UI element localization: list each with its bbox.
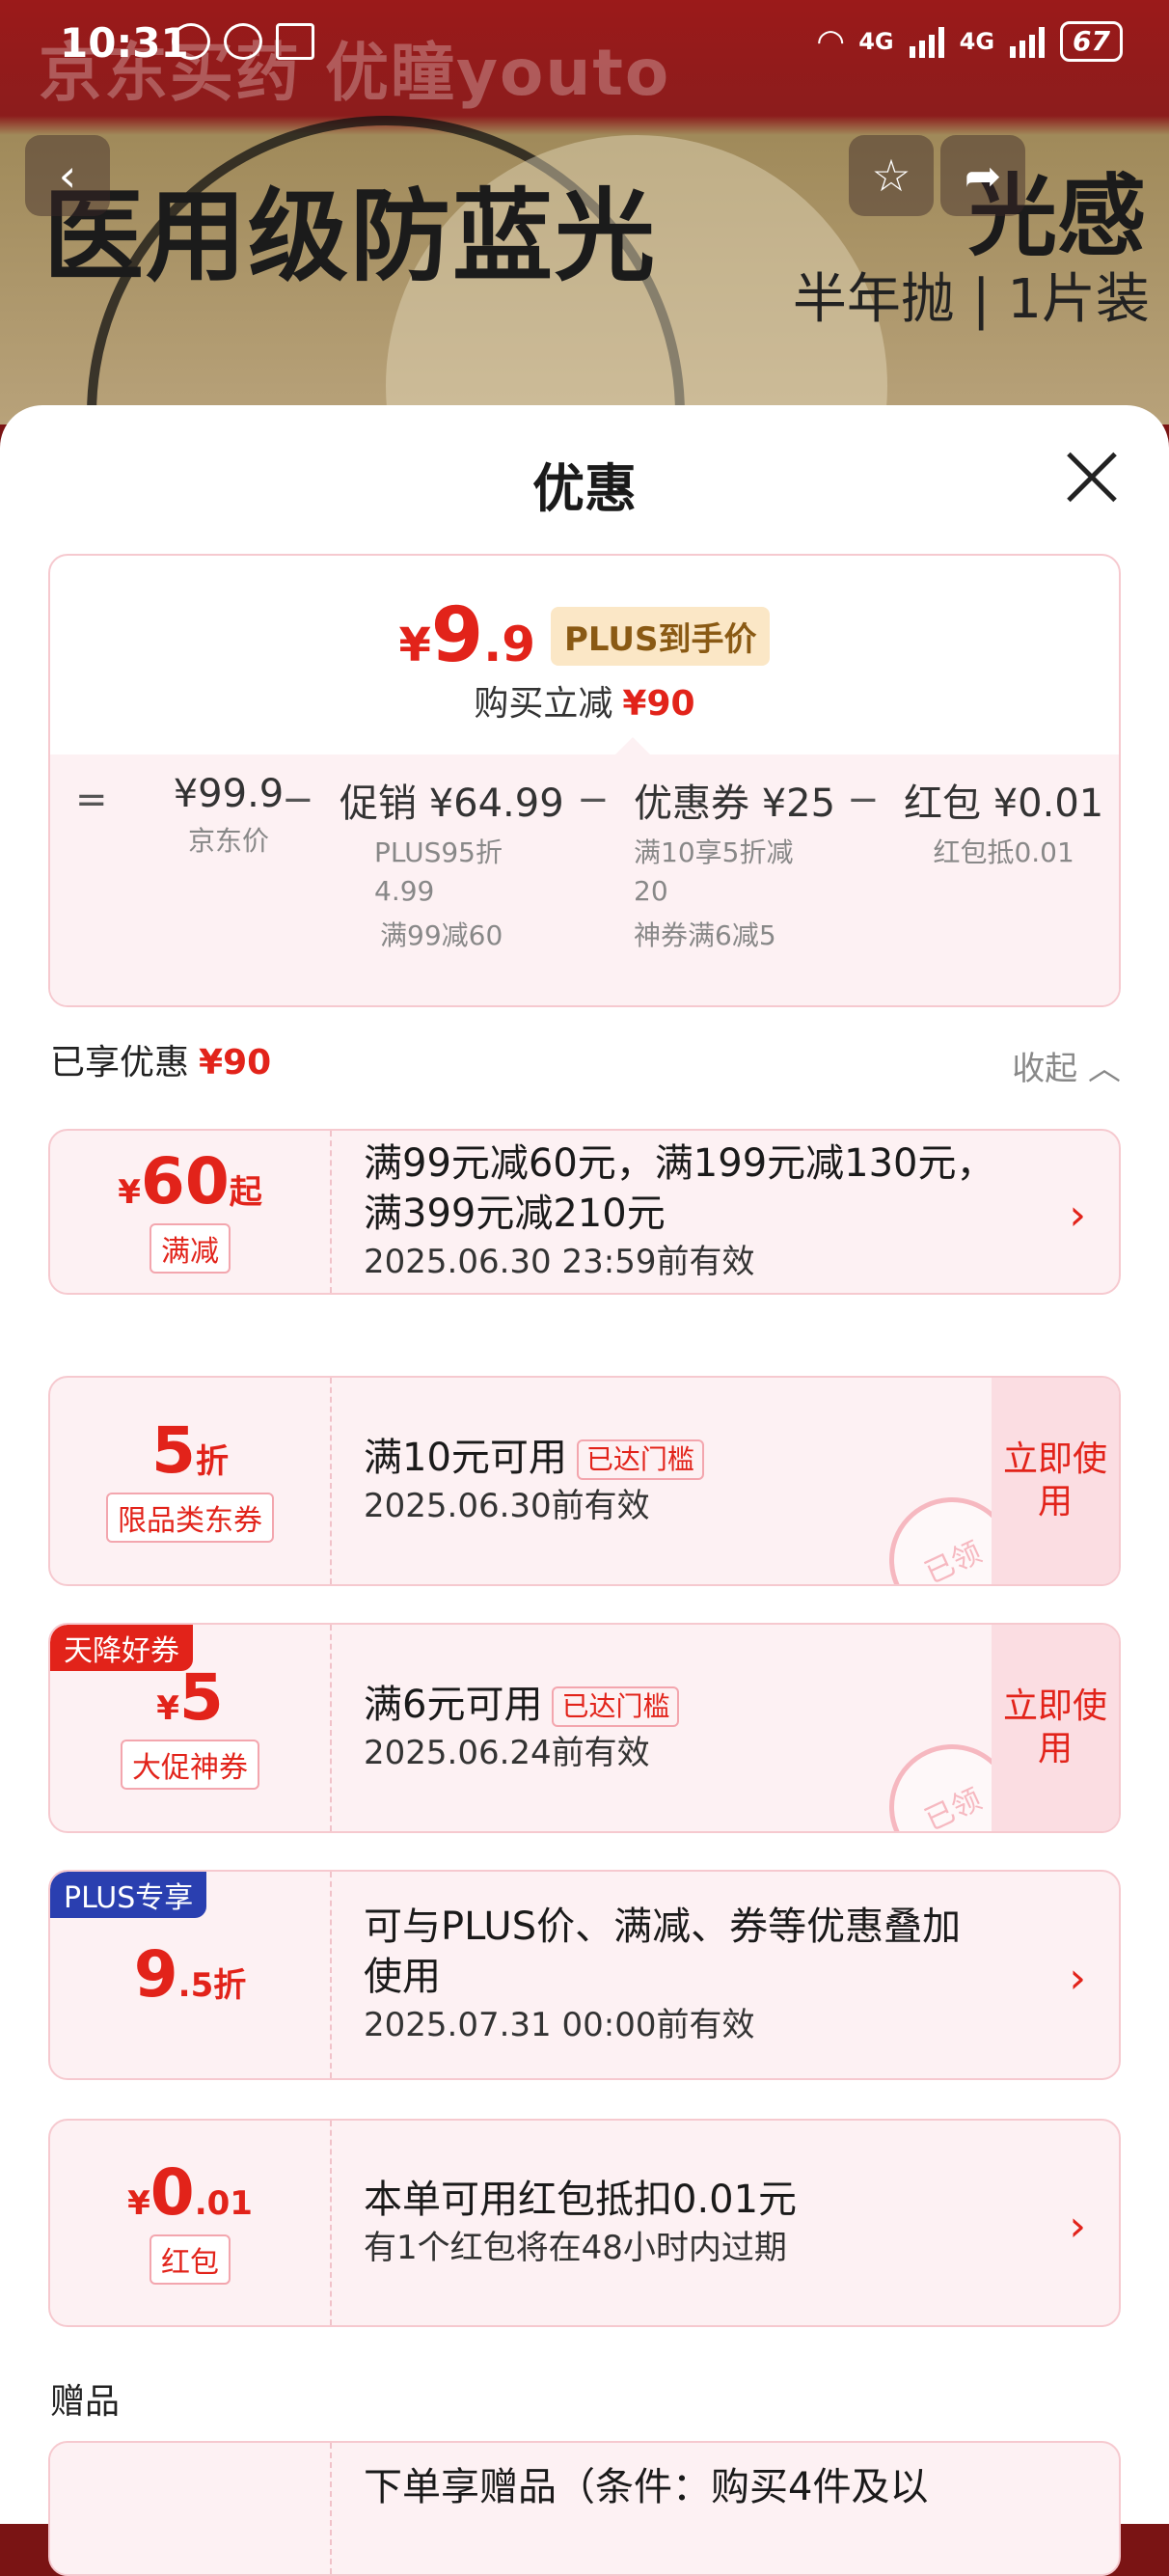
signal-2-icon — [1010, 25, 1046, 58]
signal-1-icon — [909, 25, 944, 58]
price-breakdown: = ¥99.9 京东价 − 促销 ¥64.99 PLUS95折 4.99 满99… — [50, 754, 1119, 1005]
product-subline: 半年抛 | 1片装 — [792, 268, 1150, 331]
battery-icon: 67 — [1060, 21, 1123, 62]
chevron-up-icon: ︿ — [1088, 1050, 1121, 1088]
coupon-card-category: 5折 限品类东券 满10元可用 已达门槛 2025.06.30前有效 已领 立即使… — [48, 1376, 1121, 1586]
nfc-icon — [276, 23, 314, 60]
card-desc: 满10元可用 — [364, 1436, 567, 1480]
wifi-icon: ◠ — [818, 22, 844, 61]
threshold-badge: 已达门槛 — [576, 1439, 704, 1480]
reduce-line: 购买立减 ¥90 — [474, 684, 695, 724]
discount-card-plus[interactable]: PLUS专享 9.5折 可与PLUS价、满减、券等优惠叠加 使用 2025.07… — [48, 1870, 1121, 2080]
breakdown-promotion: 促销 ¥64.99 PLUS95折 4.99 满99减60 — [340, 781, 564, 951]
gift-desc: 下单享赠品（条件：购买4件及以 — [364, 2465, 929, 2509]
op-equals: = — [75, 778, 108, 822]
card-note: 有1个红包将在48小时内过期 — [364, 2229, 787, 2267]
product-headline: 医用级防蓝光 — [43, 178, 658, 295]
breakdown-redpacket: 红包 ¥0.01 红包抵0.01 — [904, 781, 1104, 868]
card-tag: 限品类东券 — [106, 1493, 274, 1543]
price-summary: ¥9.9 PLUS到手价 购买立减 ¥90 = ¥99.9 京东价 − 促销 ¥6… — [48, 554, 1121, 1007]
op-minus: − — [282, 778, 314, 822]
chevron-right-icon: › — [1069, 1191, 1086, 1240]
status-icons — [172, 23, 314, 60]
signal-1-label: 4G — [858, 28, 894, 55]
gift-section-title: 赠品 — [50, 2382, 121, 2422]
back-button[interactable]: ‹ — [25, 135, 110, 216]
card-validity: 2025.07.31 00:00前有效 — [364, 2006, 755, 2044]
op-minus: − — [847, 778, 880, 822]
plus-price-tag: PLUS到手价 — [551, 606, 771, 666]
status-right: ◠ 4G 4G 67 — [818, 21, 1123, 62]
gift-card[interactable]: 下单享赠品（条件：购买4件及以 — [48, 2441, 1121, 2576]
breakdown-coupon: 优惠券 ¥25 满10享5折减 20 神券满6减5 — [634, 781, 836, 951]
signal-2-label: 4G — [959, 28, 995, 55]
favorite-button[interactable]: ☆ — [849, 135, 934, 216]
share-button[interactable]: ➦ — [940, 135, 1025, 216]
op-minus: − — [577, 778, 610, 822]
collapse-toggle[interactable]: 收起 ︿ — [1012, 1042, 1121, 1089]
use-now-button[interactable]: 立即使用 — [992, 1625, 1119, 1831]
discount-sheet: 优惠 ¥9.9 PLUS到手价 购买立减 ¥90 = ¥99.9 京东价 − 促销… — [0, 405, 1169, 2576]
card-validity: 2025.06.30 23:59前有效 — [364, 1243, 755, 1281]
card-tag: 满减 — [150, 1223, 231, 1274]
card-desc: 本单可用红包抵扣0.01元 — [364, 2178, 798, 2222]
use-now-button[interactable]: 立即使用 — [992, 1378, 1119, 1584]
card-tag: 大促神券 — [121, 1740, 259, 1790]
discount-card-full-reduction[interactable]: ¥60起 满减 满99元减60元，满199元减130元， 满399元减210元 … — [48, 1129, 1121, 1295]
card-desc: 满99元减60元，满199元减130元， — [364, 1141, 995, 1186]
chevron-right-icon: › — [1069, 1954, 1086, 2003]
card-tag: 红包 — [150, 2234, 231, 2285]
threshold-badge: 已达门槛 — [552, 1686, 680, 1727]
status-time: 10:31 — [60, 19, 189, 67]
card-desc: 满6元可用 — [364, 1683, 543, 1727]
sync-icon — [172, 23, 210, 60]
card-desc-2: 满399元减210元 — [364, 1192, 666, 1236]
sheet-title: 优惠 — [532, 458, 637, 519]
chevron-right-icon: › — [1069, 2202, 1086, 2251]
final-price: ¥9.9 — [398, 592, 535, 679]
enjoyed-discount: 已享优惠 ¥90 — [50, 1043, 272, 1082]
coupon-card-promo: 天降好券 ¥5 大促神券 满6元可用 已达门槛 2025.06.24前有效 已领 … — [48, 1623, 1121, 1833]
card-desc: 可与PLUS价、满减、券等优惠叠加 — [364, 1905, 962, 1949]
card-desc-2: 使用 — [364, 1955, 441, 1999]
eye-icon — [224, 23, 262, 60]
status-bar: 10:31 ◠ 4G 4G 67 — [0, 0, 1169, 96]
close-icon[interactable] — [1065, 450, 1119, 504]
discount-card-redpacket[interactable]: ¥0.01 红包 本单可用红包抵扣0.01元 有1个红包将在48小时内过期 › — [48, 2119, 1121, 2327]
